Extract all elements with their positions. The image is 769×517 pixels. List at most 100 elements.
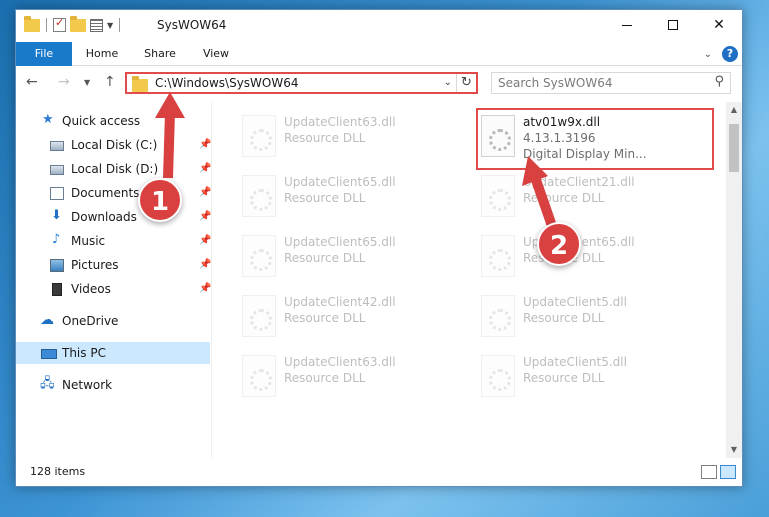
explorer-window: ▼ SysWOW64 ✕ File Home Share View ⌄ ? ← …: [15, 9, 743, 487]
sidebar-item-label: Videos: [71, 282, 111, 296]
scroll-up-icon[interactable]: ▲: [726, 102, 742, 118]
sidebar-item-label: Pictures: [71, 258, 119, 272]
list-item[interactable]: UpdateClient65.dll Resource DLL: [236, 170, 456, 222]
dll-file-icon: [481, 355, 515, 397]
status-bar: 128 items: [16, 460, 742, 486]
pin-icon[interactable]: 📌: [199, 254, 211, 276]
large-icons-view-icon[interactable]: [720, 465, 736, 479]
download-icon: ⬇: [51, 208, 62, 223]
back-arrow-icon[interactable]: ←: [26, 74, 38, 90]
minimize-icon: [622, 24, 632, 26]
scroll-down-icon[interactable]: ▼: [726, 442, 742, 458]
sidebar-item-quick-access[interactable]: ★ Quick access: [16, 110, 210, 132]
pin-icon[interactable]: 📌: [199, 278, 211, 300]
search-input[interactable]: Search SysWOW64: [498, 76, 612, 90]
dll-file-icon: [242, 175, 276, 217]
address-bar[interactable]: C:\Windows\SysWOW64 ⌄ ↻: [125, 72, 478, 94]
drive-icon: [50, 141, 64, 151]
help-icon[interactable]: ?: [722, 46, 738, 62]
sidebar-item-label: Music: [71, 234, 106, 248]
sidebar-item-local-disk-c[interactable]: Local Disk (C:) 📌: [16, 134, 211, 156]
sidebar-item-label: Downloads: [71, 210, 137, 224]
title-bar: ▼ SysWOW64 ✕: [16, 10, 742, 42]
file-name: UpdateClient65.dll: [284, 235, 396, 249]
list-item[interactable]: UpdateClient63.dll Resource DLL: [236, 350, 456, 402]
list-item[interactable]: UpdateClient5.dll Resource DLL: [475, 290, 695, 342]
sidebar-item-label: This PC: [62, 346, 106, 360]
sidebar-item-label: Local Disk (C:): [71, 138, 158, 152]
file-type: Resource DLL: [284, 251, 366, 265]
list-item[interactable]: UpdateClient65.dll Resource DLL: [475, 230, 695, 282]
tab-view[interactable]: View: [196, 42, 236, 66]
sidebar-item-videos[interactable]: Videos 📌: [16, 278, 211, 300]
sidebar-item-downloads[interactable]: ⬇ Downloads 📌: [16, 206, 211, 228]
ribbon-controls: ⌄ ?: [704, 46, 738, 62]
file-name: UpdateClient63.dll: [284, 115, 396, 129]
sidebar-item-this-pc[interactable]: This PC: [16, 342, 210, 364]
sidebar-item-network[interactable]: 🖧 Network: [16, 374, 210, 396]
file-type: Resource DLL: [284, 131, 366, 145]
music-icon: ♪: [52, 232, 61, 247]
pin-icon[interactable]: 📌: [199, 182, 211, 204]
tab-file[interactable]: File: [16, 42, 72, 66]
videos-icon: [52, 283, 62, 296]
pin-icon[interactable]: 📌: [199, 158, 211, 180]
item-count: 128 items: [30, 465, 86, 478]
file-name: UpdateClient21.dll: [523, 175, 635, 189]
recent-locations-caret-icon[interactable]: ▼: [84, 78, 90, 87]
list-properties-icon[interactable]: [90, 18, 103, 32]
window-title: SysWOW64: [157, 18, 227, 32]
dll-file-icon: [481, 175, 515, 217]
dll-file-icon: [481, 295, 515, 337]
list-item[interactable]: UpdateClient65.dll Resource DLL: [236, 230, 456, 282]
list-item[interactable]: UpdateClient5.dll Resource DLL: [475, 350, 695, 402]
customize-toolbar-caret-icon[interactable]: ▼: [107, 21, 113, 30]
search-icon[interactable]: ⚲: [714, 74, 724, 89]
pin-icon[interactable]: 📌: [199, 134, 211, 156]
list-item[interactable]: UpdateClient63.dll Resource DLL: [236, 110, 456, 162]
sidebar-item-pictures[interactable]: Pictures 📌: [16, 254, 211, 276]
forward-arrow-icon[interactable]: →: [58, 74, 70, 90]
sidebar-item-onedrive[interactable]: ☁ OneDrive: [16, 310, 210, 332]
file-name: UpdateClient42.dll: [284, 295, 396, 309]
minimize-button[interactable]: [604, 10, 650, 40]
scroll-thumb[interactable]: [729, 124, 739, 172]
address-path[interactable]: C:\Windows\SysWOW64: [155, 76, 299, 90]
expand-ribbon-chevron-icon[interactable]: ⌄: [704, 49, 712, 60]
vertical-scrollbar[interactable]: ▲ ▼: [726, 102, 742, 458]
address-dropdown-icon[interactable]: ⌄: [444, 77, 452, 88]
details-view-icon[interactable]: [701, 465, 717, 479]
tab-share[interactable]: Share: [138, 42, 182, 66]
navigation-pane: ★ Quick access Local Disk (C:) 📌 Local D…: [16, 102, 212, 458]
quick-access-toolbar: ▼: [24, 15, 122, 32]
file-type: Resource DLL: [284, 191, 366, 205]
properties-check-icon[interactable]: [53, 16, 66, 32]
dll-file-icon: [242, 235, 276, 277]
file-type: Resource DLL: [523, 191, 605, 205]
view-buttons: [701, 465, 736, 479]
callout-step-2: 2: [537, 222, 581, 266]
list-item[interactable]: UpdateClient42.dll Resource DLL: [236, 290, 456, 342]
sidebar-item-label: Local Disk (D:): [71, 162, 159, 176]
search-box[interactable]: Search SysWOW64 ⚲: [491, 72, 731, 94]
pin-icon[interactable]: 📌: [199, 206, 211, 228]
list-item[interactable]: UpdateClient21.dll Resource DLL: [475, 170, 695, 222]
sidebar-item-music[interactable]: ♪ Music 📌: [16, 230, 211, 252]
star-icon: ★: [42, 112, 54, 127]
network-icon: 🖧: [40, 376, 55, 391]
dll-file-icon: [242, 355, 276, 397]
refresh-icon[interactable]: ↻: [456, 74, 476, 92]
maximize-button[interactable]: [650, 10, 696, 40]
up-arrow-icon[interactable]: ↑: [104, 74, 116, 90]
close-button[interactable]: ✕: [696, 10, 742, 40]
pin-icon[interactable]: 📌: [199, 230, 211, 252]
new-folder-icon[interactable]: [70, 15, 86, 32]
sidebar-item-local-disk-d[interactable]: Local Disk (D:) 📌: [16, 158, 211, 180]
file-type: Resource DLL: [523, 311, 605, 325]
ribbon-tabs: File Home Share View ⌄ ?: [16, 42, 742, 66]
sidebar-item-label: Quick access: [62, 114, 141, 128]
dll-file-icon: [242, 115, 276, 157]
navigation-bar: ← → ▼ ↑ C:\Windows\SysWOW64 ⌄ ↻ Search S…: [16, 70, 742, 96]
tab-home[interactable]: Home: [80, 42, 124, 66]
cloud-icon: ☁: [40, 312, 54, 328]
